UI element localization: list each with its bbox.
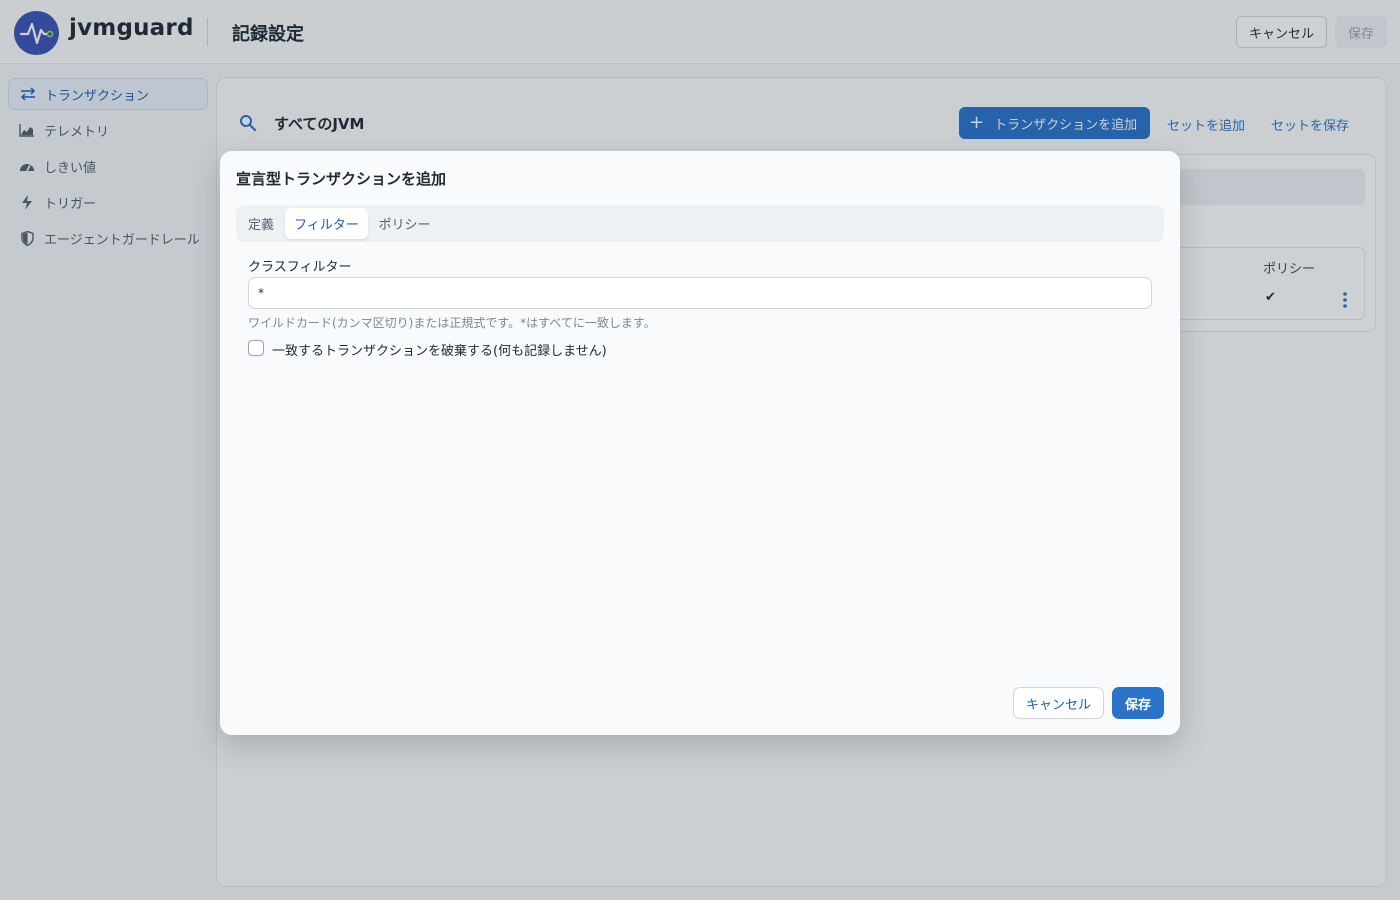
discard-checkbox-label[interactable]: 一致するトランザクションを破棄する(何も記録しません)	[272, 340, 607, 359]
tab-definition[interactable]: 定義	[240, 208, 282, 239]
tab-filter[interactable]: フィルター	[285, 208, 368, 239]
class-filter-input[interactable]	[248, 277, 1152, 309]
add-transaction-dialog: 宣言型トランザクションを追加 定義 フィルター ポリシー クラスフィルター ワイ…	[220, 151, 1180, 735]
class-filter-label: クラスフィルター	[248, 260, 352, 275]
discard-checkbox[interactable]	[248, 340, 264, 356]
dialog-tabs: 定義 フィルター ポリシー	[236, 205, 1164, 242]
tab-policy[interactable]: ポリシー	[372, 208, 437, 239]
dialog-title: 宣言型トランザクションを追加	[236, 170, 447, 188]
dialog-save-button[interactable]: 保存	[1112, 687, 1164, 719]
dialog-cancel-button[interactable]: キャンセル	[1013, 687, 1104, 719]
class-filter-help: ワイルドカード(カンマ区切り)または正規式です。*はすべてに一致します。	[248, 316, 656, 330]
